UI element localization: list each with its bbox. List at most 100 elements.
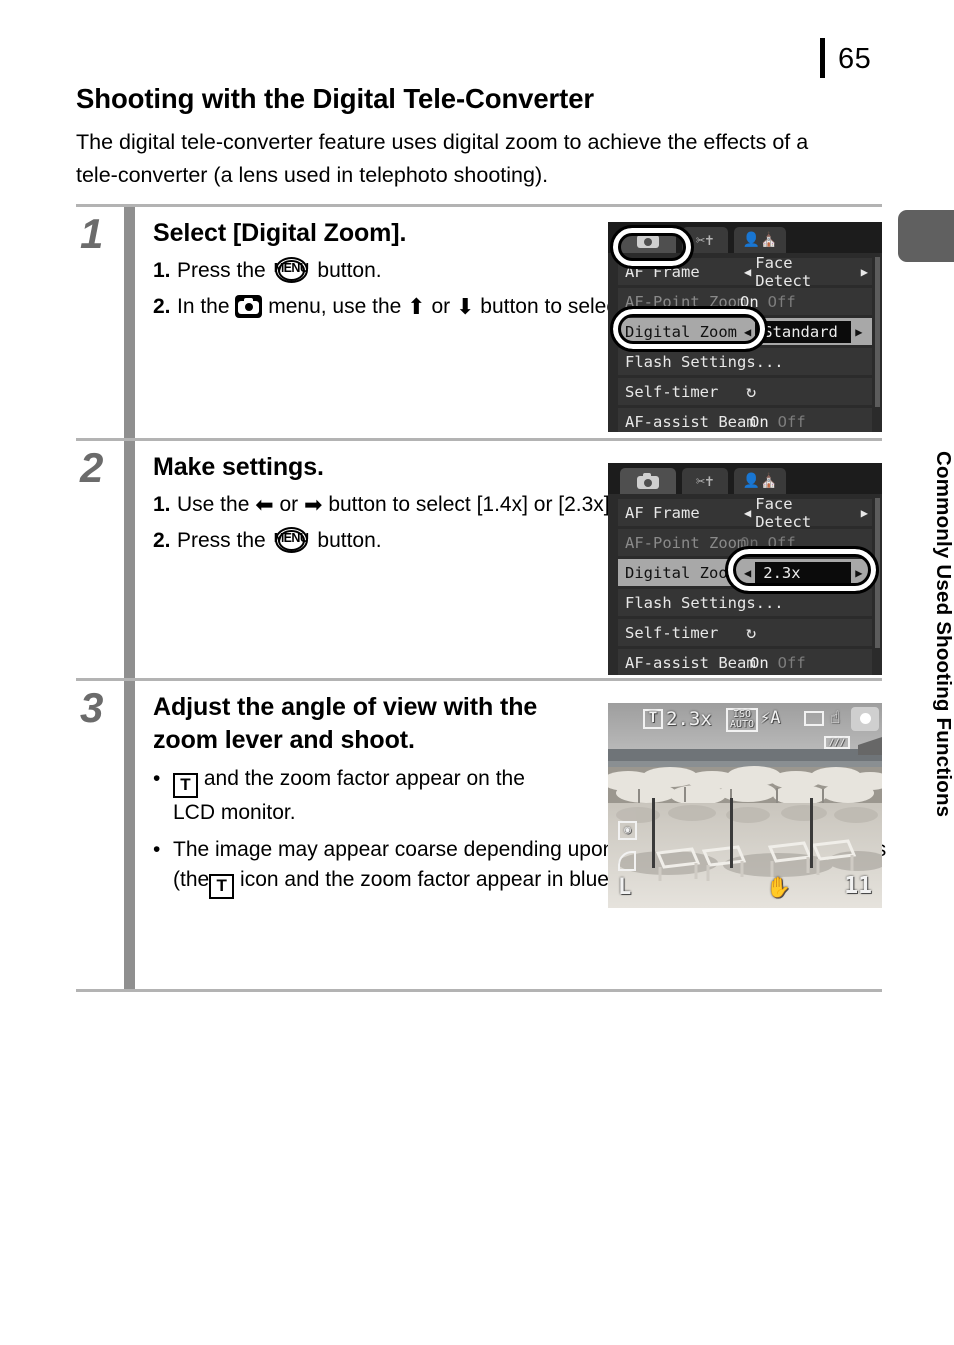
self-timer-icon: ↻ xyxy=(746,381,757,402)
hand-shake-warning-icon: ✋ xyxy=(766,875,791,899)
camera-icon xyxy=(635,231,661,249)
substep-text-b: or xyxy=(279,493,299,516)
lcd-scrollbar[interactable] xyxy=(875,498,880,648)
menu-row-label: Digital Zoom xyxy=(625,322,737,341)
chevron-right-icon: ▶ xyxy=(860,264,868,279)
menu-value-text: Face Detect xyxy=(755,253,812,290)
substep-text-after: button. xyxy=(317,529,382,552)
menu-row-label: Digital Zoom xyxy=(625,563,737,582)
menu-row-label: AF-Point Zoom xyxy=(625,292,747,311)
menu-value-on: On xyxy=(750,412,769,431)
step-1-number: 1 xyxy=(80,210,104,257)
frame-icon xyxy=(804,711,824,726)
substep-text-c: button to select [1.4x] or [2.3x]. xyxy=(328,493,616,516)
menu-value-text: 2.3x xyxy=(755,561,852,584)
chevron-left-icon[interactable]: ◀ xyxy=(744,325,751,339)
substep-text-before: Press the xyxy=(177,259,266,282)
chevron-right-icon: ▶ xyxy=(860,505,868,520)
tele-indicator-icon: T xyxy=(643,709,663,729)
auto-mode-icon xyxy=(851,707,879,731)
menu-row-flash-settings[interactable]: Flash Settings... xyxy=(618,348,872,375)
menu-row-value: On Off xyxy=(740,534,796,552)
substep-marker: 1. xyxy=(153,493,171,516)
arrow-up-icon: ⬆ xyxy=(407,294,426,319)
substep-marker: 2. xyxy=(153,529,171,552)
menu-row-af-assist-beam[interactable]: AF-assist Beam On Off xyxy=(618,649,872,675)
menu-row-af-frame[interactable]: AF Frame ◀ Face Detect ▶ xyxy=(618,495,872,531)
camera-icon xyxy=(635,472,661,490)
camera-shake-icon: ☝ xyxy=(830,708,841,728)
menu-row-value: ◀ Face Detect ▶ xyxy=(740,254,872,290)
menu-value-text: Face Detect xyxy=(755,494,812,531)
menu-row-af-assist-beam[interactable]: AF-assist Beam On Off xyxy=(618,408,872,432)
flash-auto-icon: ⚡A xyxy=(760,708,781,728)
rule-bottom xyxy=(76,989,882,992)
person-home-icon: 👤⛪ xyxy=(742,473,778,489)
menu-row-value: On Off xyxy=(750,654,806,672)
iso-icon: ISO AUTO xyxy=(726,708,759,732)
camera-menu-screenshot-step2: ✂✝ 👤⛪ AF Frame ◀ Face Detect ▶ AF-Point … xyxy=(608,463,882,675)
menu-row-digital-zoom[interactable]: Digital Zoom ◀ 2.3x ▶ xyxy=(618,559,872,586)
step-2-bar xyxy=(124,441,135,678)
menu-row-value: ◀ 2.3x ▶ xyxy=(740,561,866,584)
menu-row-value: On Off xyxy=(750,413,806,431)
camera-menu-screenshot-step1: ✂✝ 👤⛪ AF Frame ◀ Face Detect ▶ AF-Point … xyxy=(608,222,882,432)
lcd-tab-my-camera[interactable]: 👤⛪ xyxy=(734,468,786,494)
shooting-menu-icon xyxy=(235,295,263,318)
bullet-dot: • xyxy=(153,838,161,861)
menu-value-off: Off xyxy=(767,533,796,552)
chevron-left-icon: ◀ xyxy=(744,505,752,520)
page-number: 65 xyxy=(838,43,872,75)
lcd-tab-shooting[interactable] xyxy=(620,468,676,494)
menu-row-label: AF-assist Beam xyxy=(625,653,756,672)
menu-value-on: On xyxy=(740,533,759,552)
menu-row-value: ◀ Face Detect ▶ xyxy=(740,495,872,531)
menu-row-label: AF Frame xyxy=(625,262,700,281)
step-3-number: 3 xyxy=(80,684,104,731)
substep-text-a: Use the xyxy=(177,493,250,516)
menu-row-label: Flash Settings... xyxy=(625,593,784,612)
lcd-tab-shooting[interactable] xyxy=(620,227,676,253)
menu-value-off: Off xyxy=(767,292,796,311)
lcd-menu-rows: AF Frame ◀ Face Detect ▶ AF-Point Zoom O… xyxy=(608,253,882,432)
bullet-text-after: icon and the zoom factor appear in blue)… xyxy=(240,868,622,891)
step-3-bar xyxy=(124,681,135,989)
menu-row-value: On Off xyxy=(740,293,796,311)
beach-scene-image xyxy=(608,703,882,908)
chevron-right-icon[interactable]: ▶ xyxy=(855,566,862,580)
menu-row-self-timer[interactable]: Self-timer ↻ xyxy=(618,619,872,646)
lcd-tab-settings[interactable]: ✂✝ xyxy=(682,468,728,494)
arrow-down-icon: ⬇ xyxy=(455,294,475,319)
substep-text-before: Press the xyxy=(177,529,266,552)
chevron-right-icon[interactable]: ▶ xyxy=(855,325,862,339)
step-2-number-col: 2 xyxy=(76,441,124,678)
wrench-icon: ✂✝ xyxy=(695,472,715,490)
menu-row-label: Self-timer xyxy=(625,382,719,401)
shots-remaining-label: 11 xyxy=(844,873,872,899)
menu-row-label: Flash Settings... xyxy=(625,352,784,371)
page-title: Shooting with the Digital Tele-Converter xyxy=(76,83,595,114)
page-header: 65 xyxy=(0,20,954,78)
person-home-icon: 👤⛪ xyxy=(742,232,778,248)
image-size-label: L xyxy=(618,875,632,900)
chapter-tab-label: Commonly Used Shooting Functions xyxy=(932,450,954,818)
wrench-icon: ✂✝ xyxy=(695,231,715,249)
menu-row-af-frame[interactable]: AF Frame ◀ Face Detect ▶ xyxy=(618,254,872,290)
menu-value-off: Off xyxy=(777,653,806,672)
lcd-tab-my-camera[interactable]: 👤⛪ xyxy=(734,227,786,253)
menu-row-label: AF Frame xyxy=(625,503,700,522)
tele-T-icon: T xyxy=(209,874,235,899)
tele-T-icon: T xyxy=(173,773,198,798)
lcd-tab-settings[interactable]: ✂✝ xyxy=(682,227,728,253)
menu-row-flash-settings[interactable]: Flash Settings... xyxy=(618,589,872,616)
menu-row-self-timer[interactable]: Self-timer ↻ xyxy=(618,378,872,405)
menu-value-on: On xyxy=(740,292,759,311)
chevron-left-icon[interactable]: ◀ xyxy=(744,566,751,580)
menu-row-digital-zoom[interactable]: Digital Zoom ◀ Standard ▶ xyxy=(618,318,872,345)
menu-row-af-point-zoom[interactable]: AF-Point Zoom On Off xyxy=(618,288,872,315)
menu-value-on: On xyxy=(750,653,769,672)
lcd-scrollbar[interactable] xyxy=(875,257,880,407)
metering-icon: ◉ xyxy=(618,821,637,840)
menu-row-af-point-zoom[interactable]: AF-Point Zoom On Off xyxy=(618,529,872,556)
battery-icon: /// xyxy=(824,736,850,749)
